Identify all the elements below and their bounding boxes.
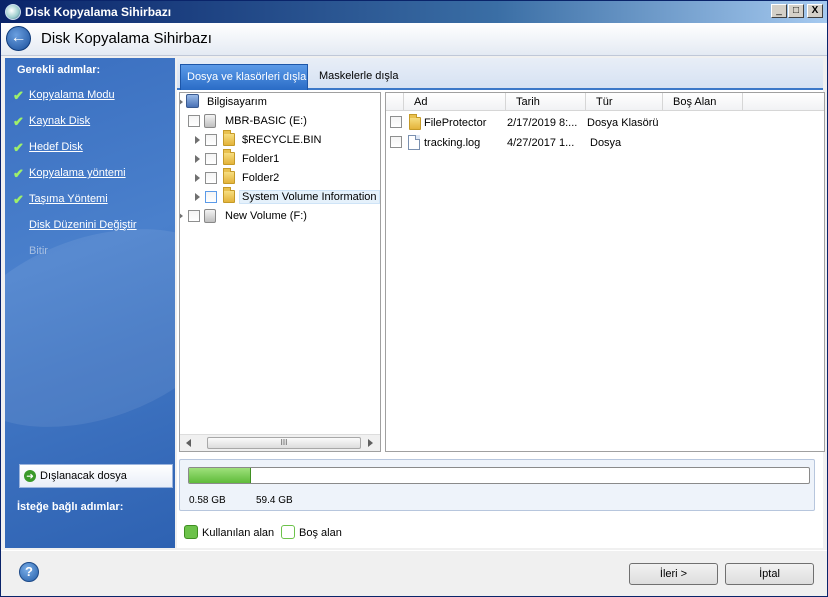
tree-item-drive-f[interactable]: New Volume (F:) <box>180 207 380 226</box>
expand-arrow-icon[interactable] <box>180 98 183 106</box>
title-bar[interactable]: Disk Kopyalama Sihirbazı _ □ X <box>1 1 827 23</box>
page-title: Disk Kopyalama Sihirbazı <box>41 30 212 47</box>
used-swatch <box>184 525 198 539</box>
tree-item-system-volume-information[interactable]: System Volume Information <box>180 187 380 207</box>
help-icon[interactable]: ? <box>19 562 39 582</box>
maximize-button[interactable]: □ <box>788 4 804 18</box>
next-button[interactable]: İleri > <box>629 563 718 585</box>
column-header-type[interactable]: Tür <box>586 93 663 111</box>
file-icon <box>408 135 420 150</box>
list-row-fileprotector[interactable]: FileProtector 2/17/2019 8:... Dosya Klas… <box>386 113 824 133</box>
list-row-tracking-log[interactable]: tracking.log 4/27/2017 1... Dosya <box>386 133 824 153</box>
folder-icon <box>223 187 235 203</box>
expand-arrow-icon[interactable] <box>195 136 200 144</box>
free-space-value: 59.4 GB <box>256 495 293 506</box>
step-source-disk[interactable]: ✔ Kaynak Disk <box>13 114 173 130</box>
step-move-method[interactable]: ✔ Taşıma Yöntemi <box>13 192 173 208</box>
tab-exclude-files-folders[interactable]: Dosya ve klasörleri dışla <box>180 64 308 90</box>
tree-item-recycle-bin[interactable]: $RECYCLE.BIN <box>180 130 380 150</box>
minimize-button[interactable]: _ <box>771 4 787 18</box>
tree-checkbox[interactable] <box>205 134 217 146</box>
folder-icon <box>223 130 235 146</box>
wizard-header: ← Disk Kopyalama Sihirbazı <box>1 23 827 56</box>
back-arrow-icon[interactable]: ← <box>6 26 31 51</box>
button-bar: ? İleri > İptal <box>1 550 827 596</box>
app-icon <box>5 4 21 20</box>
step-copy-mode[interactable]: ✔ Kopyalama Modu <box>13 88 173 104</box>
column-header-date[interactable]: Tarih <box>506 93 586 111</box>
tree-item-drive-e[interactable]: MBR-BASIC (E:) <box>180 112 380 131</box>
step-change-disk-layout[interactable]: Disk Düzenini Değiştir <box>13 218 173 234</box>
wizard-window: Disk Kopyalama Sihirbazı _ □ X ← Disk Ko… <box>0 0 828 597</box>
disk-icon <box>204 114 216 128</box>
step-copy-method[interactable]: ✔ Kopyalama yöntemi <box>13 166 173 182</box>
folder-icon <box>409 114 421 130</box>
expand-arrow-icon[interactable] <box>180 212 183 220</box>
scroll-right-icon[interactable] <box>368 439 373 447</box>
required-steps-heading: Gerekli adımlar: <box>17 64 101 76</box>
checkmark-icon: ✔ <box>13 166 24 181</box>
file-list: Ad Tarih Tür Boş Alan FileProtector 2/17… <box>385 92 825 452</box>
tree-checkbox[interactable] <box>205 191 217 203</box>
main-content: Dosya ve klasörleri dışla Maskelerle dış… <box>177 58 825 548</box>
tree-item-folder1[interactable]: Folder1 <box>180 149 380 169</box>
tree-checkbox[interactable] <box>205 153 217 165</box>
tree-item-computer[interactable]: Bilgisayarım <box>180 93 380 112</box>
expand-arrow-icon[interactable] <box>195 193 200 201</box>
tree-checkbox[interactable] <box>188 210 200 222</box>
optional-steps-heading: İsteğe bağlı adımlar: <box>17 501 124 513</box>
cancel-button[interactable]: İptal <box>725 563 814 585</box>
tree-checkbox[interactable] <box>188 115 200 127</box>
arrow-right-icon: ➜ <box>24 470 36 482</box>
checkmark-icon: ✔ <box>13 114 24 129</box>
scroll-thumb[interactable]: III <box>207 437 361 449</box>
step-target-disk[interactable]: ✔ Hedef Disk <box>13 140 173 156</box>
column-header-check <box>386 93 404 111</box>
disk-icon <box>204 209 216 223</box>
tree-item-folder2[interactable]: Folder2 <box>180 168 380 188</box>
folder-icon <box>223 149 235 165</box>
tab-strip: Dosya ve klasörleri dışla Maskelerle dış… <box>177 58 823 90</box>
used-space-fill <box>189 468 251 483</box>
disk-usage-bar <box>188 467 810 484</box>
scroll-left-icon[interactable] <box>186 439 191 447</box>
checkmark-icon: ✔ <box>13 140 24 155</box>
column-header-filler <box>743 93 824 111</box>
step-exclude-files[interactable]: ➜ Dışlanacak dosya <box>19 464 173 488</box>
used-space-value: 0.58 GB <box>189 495 226 506</box>
step-finish: Bitir <box>29 245 48 257</box>
free-swatch <box>281 525 295 539</box>
expand-arrow-icon[interactable] <box>195 174 200 182</box>
computer-icon <box>186 94 199 108</box>
folder-tree: Bilgisayarım MBR-BASIC (E:) $RECYCLE.BIN… <box>179 92 381 452</box>
disk-usage-panel: 0.58 GB 59.4 GB <box>179 459 815 511</box>
column-header-free-space[interactable]: Boş Alan <box>663 93 743 111</box>
tab-exclude-by-mask[interactable]: Maskelerle dışla <box>313 64 404 90</box>
close-button[interactable]: X <box>807 4 823 18</box>
column-header-name[interactable]: Ad <box>404 93 506 111</box>
folder-icon <box>223 168 235 184</box>
row-checkbox[interactable] <box>390 136 402 148</box>
row-checkbox[interactable] <box>390 116 402 128</box>
window-title: Disk Kopyalama Sihirbazı <box>25 5 172 19</box>
tree-horizontal-scrollbar[interactable]: III <box>180 434 380 451</box>
expand-arrow-icon[interactable] <box>195 155 200 163</box>
checkmark-icon: ✔ <box>13 88 24 103</box>
tree-checkbox[interactable] <box>205 172 217 184</box>
checkmark-icon: ✔ <box>13 192 24 207</box>
